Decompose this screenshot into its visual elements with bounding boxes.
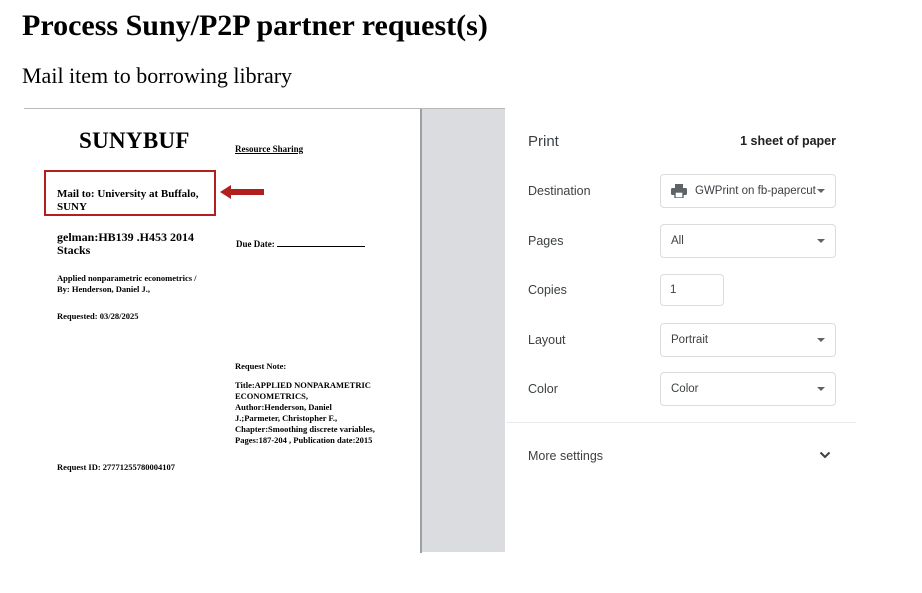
destination-label: Destination [528,184,591,198]
slip-request-note-label: Request Note: [235,361,287,371]
caret-down-icon [817,338,825,342]
layout-select[interactable]: Portrait [660,323,836,357]
pages-select[interactable]: All [660,224,836,258]
slip-resource-sharing: Resource Sharing [235,144,304,154]
caret-down-icon [817,189,825,193]
layout-label: Layout [528,333,566,347]
print-header: Print [528,133,559,150]
layout-value: Portrait [671,334,709,346]
slip-book-title: Applied nonparametric econometrics / [57,273,197,283]
destination-value: GWPrint on fb-papercut [695,185,816,197]
slip-request-id: Request ID: 27771255780004107 [57,462,176,472]
settings-divider [506,422,856,423]
due-date-label: Due Date: [236,239,275,249]
printer-icon [671,184,687,198]
copies-value: 1 [670,284,677,296]
pages-value: All [671,235,684,247]
slip-call-number: gelman:HB139 .H453 2014 Stacks [57,230,194,257]
slip-mail-to: Mail to: University at Buffalo, SUNY [57,188,199,213]
slip-library-name: SUNYBUF [79,128,190,153]
page-subtitle: Mail item to borrowing library [22,63,293,88]
color-select[interactable]: Color [660,372,836,406]
slip-book-info: Applied nonparametric econometrics / By:… [57,273,222,295]
request-note-line: Chapter:Smoothing discrete variables, [235,424,375,434]
request-note-line: Title:APPLIED NONPARAMETRIC [235,380,371,390]
request-note-line: Pages:187-204 , Publication date:2015 [235,435,373,445]
page-title: Process Suny/P2P partner request(s) [22,9,488,42]
destination-select[interactable]: GWPrint on fb-papercut [660,174,836,208]
color-label: Color [528,382,558,396]
request-note-line: J.;Parmeter, Christopher F., [235,413,338,423]
caret-down-icon [817,239,825,243]
slip-request-note: Title:APPLIED NONPARAMETRIC ECONOMETRICS… [235,380,405,446]
request-note-line: Author:Henderson, Daniel [235,402,332,412]
print-preview-pane[interactable]: SUNYBUF Resource Sharing Mail to: Univer… [24,108,505,553]
slip-book-author: By: Henderson, Daniel J., [57,284,151,294]
paper-preview: SUNYBUF Resource Sharing Mail to: Univer… [24,109,422,553]
copies-label: Copies [528,283,567,297]
print-settings-panel: Print 1 sheet of paper Destination GWPri… [506,108,922,593]
sheet-count: 1 sheet of paper [740,134,836,148]
copies-input[interactable]: 1 [660,274,724,306]
due-date-blank-line [276,239,365,247]
red-arrow-icon [220,185,264,199]
slip-requested-date: Requested: 03/28/2025 [57,311,139,321]
chevron-down-icon[interactable] [819,450,831,460]
pages-label: Pages [528,234,564,248]
color-value: Color [671,383,699,395]
more-settings-button[interactable]: More settings [528,449,603,463]
slip-due-date: Due Date: [236,239,365,249]
request-note-line: ECONOMETRICS, [235,391,308,401]
caret-down-icon [817,387,825,391]
